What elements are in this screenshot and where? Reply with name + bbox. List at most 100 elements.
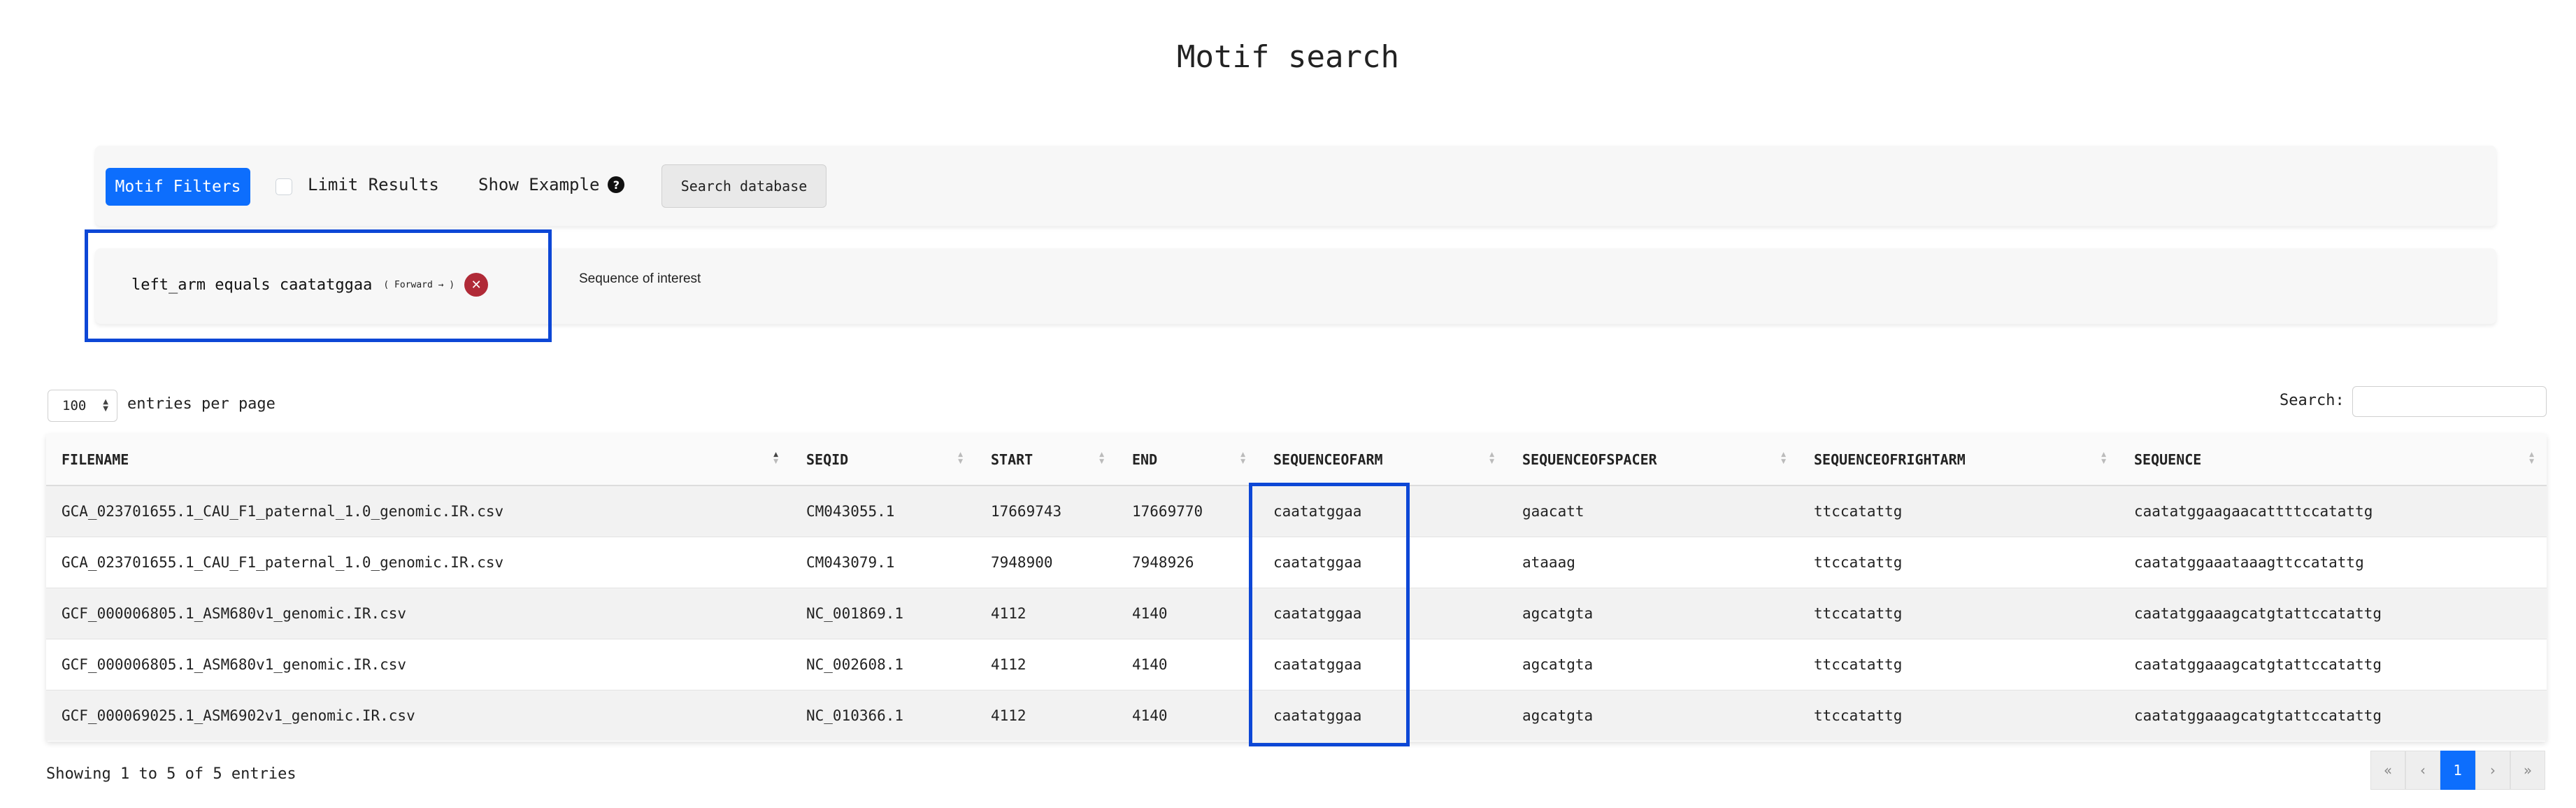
cell-seqid: CM043079.1 <box>791 536 975 588</box>
column-header-start[interactable]: START ▲ ▼ <box>975 434 1117 486</box>
entries-per-page-select[interactable]: 100 ▲ ▼ <box>48 390 117 422</box>
cell-filename: GCA_023701655.1_CAU_F1_paternal_1.0_geno… <box>46 485 791 537</box>
cell-sequenceofrightarm: ttccatattg <box>1798 536 2119 588</box>
cell-sequenceofrightarm: ttccatattg <box>1798 689 2119 741</box>
cell-sequenceofrightarm: ttccatattg <box>1798 587 2119 639</box>
cell-sequence: caatatggaaagcatgtattccatattg <box>2119 587 2547 639</box>
results-table: FILENAME ▲ ▼ SEQID ▲ ▼ START ▲ ▼ END ▲ ▼ SEQUENCEOFA… <box>46 434 2547 741</box>
cell-filename: GCF_000006805.1_ASM680v1_genomic.IR.csv <box>46 638 791 690</box>
sort-icon[interactable]: ▲ ▼ <box>2101 451 2106 465</box>
cell-sequenceofarm: caatatggaa <box>1258 536 1507 588</box>
pagination: « ‹ 1 › » <box>2370 751 2545 790</box>
table-row: GCA_023701655.1_CAU_F1_paternal_1.0_geno… <box>46 536 2547 588</box>
column-header-label: START <box>991 451 1033 468</box>
cell-seqid: NC_010366.1 <box>791 689 975 741</box>
sort-icon[interactable]: ▲ ▼ <box>1489 451 1494 465</box>
table-row: GCF_000006805.1_ASM680v1_genomic.IR.csv N… <box>46 587 2547 639</box>
cell-end: 17669770 <box>1117 485 1258 537</box>
show-example-toggle[interactable]: Show Example ? <box>478 175 625 194</box>
toolbar-panel <box>95 146 2496 226</box>
cell-sequenceofspacer: agcatgta <box>1507 638 1798 690</box>
cell-sequenceofrightarm: ttccatattg <box>1798 485 2119 537</box>
column-header-filename[interactable]: FILENAME ▲ ▼ <box>46 434 791 486</box>
column-header-label: SEQUENCEOFRIGHTARM <box>1814 451 1966 468</box>
close-icon[interactable]: ✕ <box>464 273 489 297</box>
cell-sequenceofarm: caatatggaa <box>1258 485 1507 537</box>
cell-sequence: caatatggaaataaagttccatattg <box>2119 536 2547 588</box>
filter-chip-text: left_arm equals caatatggaa <box>131 276 373 294</box>
column-header-sequenceofrightarm[interactable]: SEQUENCEOFRIGHTARM ▲ ▼ <box>1798 434 2119 486</box>
column-header-sequenceofspacer[interactable]: SEQUENCEOFSPACER ▲ ▼ <box>1507 434 1798 486</box>
sort-icon[interactable]: ▲ ▼ <box>2529 451 2534 465</box>
sort-icon[interactable]: ▲ ▼ <box>958 451 963 465</box>
cell-sequenceofspacer: ataaag <box>1507 536 1798 588</box>
cell-sequenceofspacer: agcatgta <box>1507 587 1798 639</box>
cell-filename: GCF_000006805.1_ASM680v1_genomic.IR.csv <box>46 587 791 639</box>
table-info: Showing 1 to 5 of 5 entries <box>46 765 296 783</box>
column-header-label: SEQID <box>806 451 849 468</box>
cell-start: 4112 <box>975 689 1117 741</box>
results-table-container: FILENAME ▲ ▼ SEQID ▲ ▼ START ▲ ▼ END ▲ ▼ SEQUENCEOFA… <box>46 434 2547 742</box>
sort-icon[interactable]: ▲ ▼ <box>1099 451 1104 465</box>
cell-end: 4140 <box>1117 587 1258 639</box>
sort-icon[interactable]: ▲ ▼ <box>1781 451 1786 465</box>
filter-direction: ( Forward → ) <box>383 279 455 290</box>
table-body: GCA_023701655.1_CAU_F1_paternal_1.0_geno… <box>46 485 2547 741</box>
cell-sequence: caatatggaagaacattttccatattg <box>2119 485 2547 537</box>
cell-seqid: NC_002608.1 <box>791 638 975 690</box>
search-label: Search: <box>2280 392 2345 409</box>
column-header-seqid[interactable]: SEQID ▲ ▼ <box>791 434 975 486</box>
cell-start: 7948900 <box>975 536 1117 588</box>
cell-seqid: NC_001869.1 <box>791 587 975 639</box>
sort-icon[interactable]: ▲ ▼ <box>773 451 778 465</box>
show-example-label[interactable]: Show Example <box>478 175 599 194</box>
cell-end: 4140 <box>1117 689 1258 741</box>
cell-sequenceofspacer: agcatgta <box>1507 689 1798 741</box>
first-page-button[interactable]: « <box>2370 751 2405 790</box>
column-header-label: SEQUENCE <box>2134 451 2202 468</box>
cell-sequenceofarm: caatatggaa <box>1258 689 1507 741</box>
sort-icon[interactable]: ▲ ▼ <box>1240 451 1245 465</box>
page: Motif search Motif Filters Limit Results… <box>0 0 2576 808</box>
cell-sequence: caatatggaaagcatgtattccatattg <box>2119 689 2547 741</box>
cell-filename: GCF_000069025.1_ASM6902v1_genomic.IR.csv <box>46 689 791 741</box>
column-header-label: SEQUENCEOFARM <box>1273 451 1383 468</box>
entries-per-page-label: entries per page <box>127 395 276 413</box>
page-title: Motif search <box>1177 39 1399 75</box>
column-header-end[interactable]: END ▲ ▼ <box>1117 434 1258 486</box>
search-input[interactable] <box>2352 386 2547 417</box>
cell-start: 4112 <box>975 638 1117 690</box>
limit-results-label[interactable]: Limit Results <box>308 175 439 194</box>
cell-sequenceofrightarm: ttccatattg <box>1798 638 2119 690</box>
page-1-button[interactable]: 1 <box>2440 751 2475 790</box>
search-database-button[interactable]: Search database <box>661 164 827 208</box>
cell-sequenceofspacer: gaacatt <box>1507 485 1798 537</box>
table-row: GCA_023701655.1_CAU_F1_paternal_1.0_geno… <box>46 485 2547 537</box>
column-header-label: SEQUENCEOFSPACER <box>1522 451 1657 468</box>
cell-seqid: CM043055.1 <box>791 485 975 537</box>
next-page-button[interactable]: › <box>2475 751 2510 790</box>
column-header-label: FILENAME <box>62 451 129 468</box>
filter-description: Sequence of interest <box>579 271 701 286</box>
column-header-sequenceofarm[interactable]: SEQUENCEOFARM ▲ ▼ <box>1258 434 1507 486</box>
cell-sequenceofarm: caatatggaa <box>1258 638 1507 690</box>
table-row: GCF_000006805.1_ASM680v1_genomic.IR.csv N… <box>46 638 2547 690</box>
table-row: GCF_000069025.1_ASM6902v1_genomic.IR.csv… <box>46 689 2547 741</box>
last-page-button[interactable]: » <box>2510 751 2545 790</box>
entries-per-page-value: 100 <box>62 398 87 413</box>
select-arrows-icon: ▲ ▼ <box>103 398 108 413</box>
cell-end: 4140 <box>1117 638 1258 690</box>
question-icon[interactable]: ? <box>608 176 625 193</box>
cell-sequence: caatatggaaagcatgtattccatattg <box>2119 638 2547 690</box>
cell-end: 7948926 <box>1117 536 1258 588</box>
table-header-row: FILENAME ▲ ▼ SEQID ▲ ▼ START ▲ ▼ END ▲ ▼ SEQUENCEOFA… <box>46 434 2547 486</box>
column-header-sequence[interactable]: SEQUENCE ▲ ▼ <box>2119 434 2547 486</box>
cell-start: 4112 <box>975 587 1117 639</box>
motif-filters-button[interactable]: Motif Filters <box>106 168 250 206</box>
filter-chip: left_arm equals caatatggaa ( Forward → )… <box>131 273 489 297</box>
cell-filename: GCA_023701655.1_CAU_F1_paternal_1.0_geno… <box>46 536 791 588</box>
limit-results-checkbox[interactable] <box>276 178 292 195</box>
cell-start: 17669743 <box>975 485 1117 537</box>
column-header-label: END <box>1132 451 1158 468</box>
previous-page-button[interactable]: ‹ <box>2405 751 2440 790</box>
